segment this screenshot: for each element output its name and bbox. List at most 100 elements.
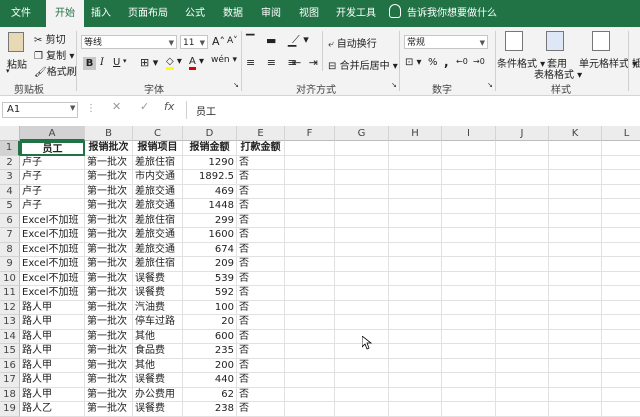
row-header[interactable]: 16: [0, 358, 20, 373]
table-cell[interactable]: 差旅住宿: [133, 257, 183, 272]
table-cell[interactable]: 差旅交通: [133, 228, 183, 243]
formula-input[interactable]: [186, 101, 640, 119]
worksheet-grid[interactable]: A B C D E F G H I J K L 1 员工 报销批次 报销项目 报销金额 打款金额 2 卢子 第一批次 差旅…: [0, 126, 640, 417]
table-cell[interactable]: 差旅交通: [133, 242, 183, 257]
table-cell[interactable]: [335, 199, 389, 214]
table-cell[interactable]: [602, 388, 640, 402]
table-cell[interactable]: [389, 213, 442, 228]
decrease-decimal-icon[interactable]: →0: [473, 57, 485, 66]
column-header-J[interactable]: J: [496, 126, 549, 141]
table-cell[interactable]: [602, 373, 640, 388]
table-cell[interactable]: [496, 387, 549, 402]
table-cell[interactable]: [442, 155, 496, 170]
table-cell[interactable]: [389, 344, 442, 359]
row-header[interactable]: 18: [0, 387, 20, 402]
table-cell[interactable]: 否: [237, 402, 285, 417]
table-cell[interactable]: [285, 257, 335, 272]
table-cell[interactable]: Excel不加班: [20, 286, 85, 301]
bold-button[interactable]: B: [83, 57, 96, 70]
table-cell[interactable]: [602, 170, 640, 185]
table-cell[interactable]: 否: [237, 286, 285, 301]
insert-cells-button[interactable]: 插: [632, 55, 640, 70]
grow-font-button[interactable]: A˄: [212, 35, 225, 48]
table-cell[interactable]: [602, 272, 640, 286]
dialog-launcher-icon[interactable]: ↘: [487, 81, 493, 89]
table-cell[interactable]: [602, 315, 640, 330]
format-as-table-label[interactable]: 表格格式 ▾: [534, 66, 582, 81]
table-cell[interactable]: [442, 402, 496, 417]
tell-me-box[interactable]: 告诉我你想要做什么: [389, 0, 497, 27]
table-cell[interactable]: 卢子: [20, 199, 85, 214]
table-cell[interactable]: 469: [183, 184, 237, 199]
table-cell[interactable]: 路人甲: [20, 329, 85, 344]
column-header-C[interactable]: C: [133, 126, 183, 141]
conditional-format-icon[interactable]: [505, 31, 523, 51]
table-cell[interactable]: [549, 199, 602, 214]
table-cell[interactable]: 否: [237, 329, 285, 344]
column-header-L[interactable]: L: [602, 126, 640, 141]
table-cell[interactable]: 299: [183, 213, 237, 228]
table-cell[interactable]: [496, 184, 549, 199]
table-cell[interactable]: 第一批次: [85, 155, 133, 170]
table-cell[interactable]: 100: [183, 300, 237, 315]
table-cell[interactable]: [602, 214, 640, 228]
table-cell[interactable]: [496, 344, 549, 359]
table-cell[interactable]: 否: [237, 271, 285, 286]
header-cell[interactable]: [496, 141, 549, 156]
name-box-dropdown-icon[interactable]: ▼: [70, 104, 75, 112]
header-cell[interactable]: [549, 141, 602, 156]
table-cell[interactable]: [389, 242, 442, 257]
table-cell[interactable]: [549, 358, 602, 373]
table-cell[interactable]: [335, 315, 389, 330]
table-cell[interactable]: [549, 155, 602, 170]
column-header-H[interactable]: H: [389, 126, 442, 141]
table-cell[interactable]: 卢子: [20, 155, 85, 170]
table-cell[interactable]: 差旅住宿: [133, 213, 183, 228]
column-header-I[interactable]: I: [442, 126, 496, 141]
header-cell[interactable]: 报销批次: [85, 141, 133, 156]
table-cell[interactable]: 238: [183, 402, 237, 417]
header-cell[interactable]: 报销金额: [183, 141, 237, 156]
row-header[interactable]: 15: [0, 344, 20, 359]
table-cell[interactable]: 209: [183, 257, 237, 272]
table-cell[interactable]: [285, 213, 335, 228]
table-cell[interactable]: [335, 184, 389, 199]
table-cell[interactable]: 600: [183, 329, 237, 344]
underline-button[interactable]: U: [113, 57, 120, 68]
table-cell[interactable]: 第一批次: [85, 387, 133, 402]
table-cell[interactable]: [496, 271, 549, 286]
tab-developer[interactable]: 开发工具: [332, 0, 380, 27]
table-cell[interactable]: 路人甲: [20, 300, 85, 315]
table-cell[interactable]: 否: [237, 228, 285, 243]
table-cell[interactable]: 1448: [183, 199, 237, 214]
table-cell[interactable]: [549, 402, 602, 417]
table-cell[interactable]: 200: [183, 358, 237, 373]
table-cell[interactable]: [335, 271, 389, 286]
row-header[interactable]: 3: [0, 170, 20, 185]
table-cell[interactable]: [549, 373, 602, 388]
table-cell[interactable]: [549, 387, 602, 402]
row-header[interactable]: 17: [0, 373, 20, 388]
enter-icon[interactable]: ✓: [140, 100, 149, 113]
table-cell[interactable]: [496, 373, 549, 388]
column-header-F[interactable]: F: [285, 126, 335, 141]
table-cell[interactable]: [442, 344, 496, 359]
percent-button[interactable]: %: [428, 57, 438, 68]
table-cell[interactable]: [285, 387, 335, 402]
table-cell[interactable]: [549, 228, 602, 243]
table-cell[interactable]: 否: [237, 257, 285, 272]
row-header[interactable]: 13: [0, 315, 20, 330]
column-header-D[interactable]: D: [183, 126, 237, 141]
table-cell[interactable]: 否: [237, 315, 285, 330]
table-cell[interactable]: Excel不加班: [20, 213, 85, 228]
table-cell[interactable]: [389, 387, 442, 402]
table-cell[interactable]: [389, 286, 442, 301]
column-header-K[interactable]: K: [549, 126, 602, 141]
table-cell[interactable]: [389, 199, 442, 214]
cancel-icon[interactable]: ✕: [112, 100, 121, 113]
table-cell[interactable]: 440: [183, 373, 237, 388]
table-cell[interactable]: [285, 170, 335, 185]
row-header[interactable]: 1: [0, 141, 20, 156]
table-cell[interactable]: 误餐费: [133, 271, 183, 286]
number-format-combo[interactable]: 常规 ▼: [404, 35, 488, 49]
